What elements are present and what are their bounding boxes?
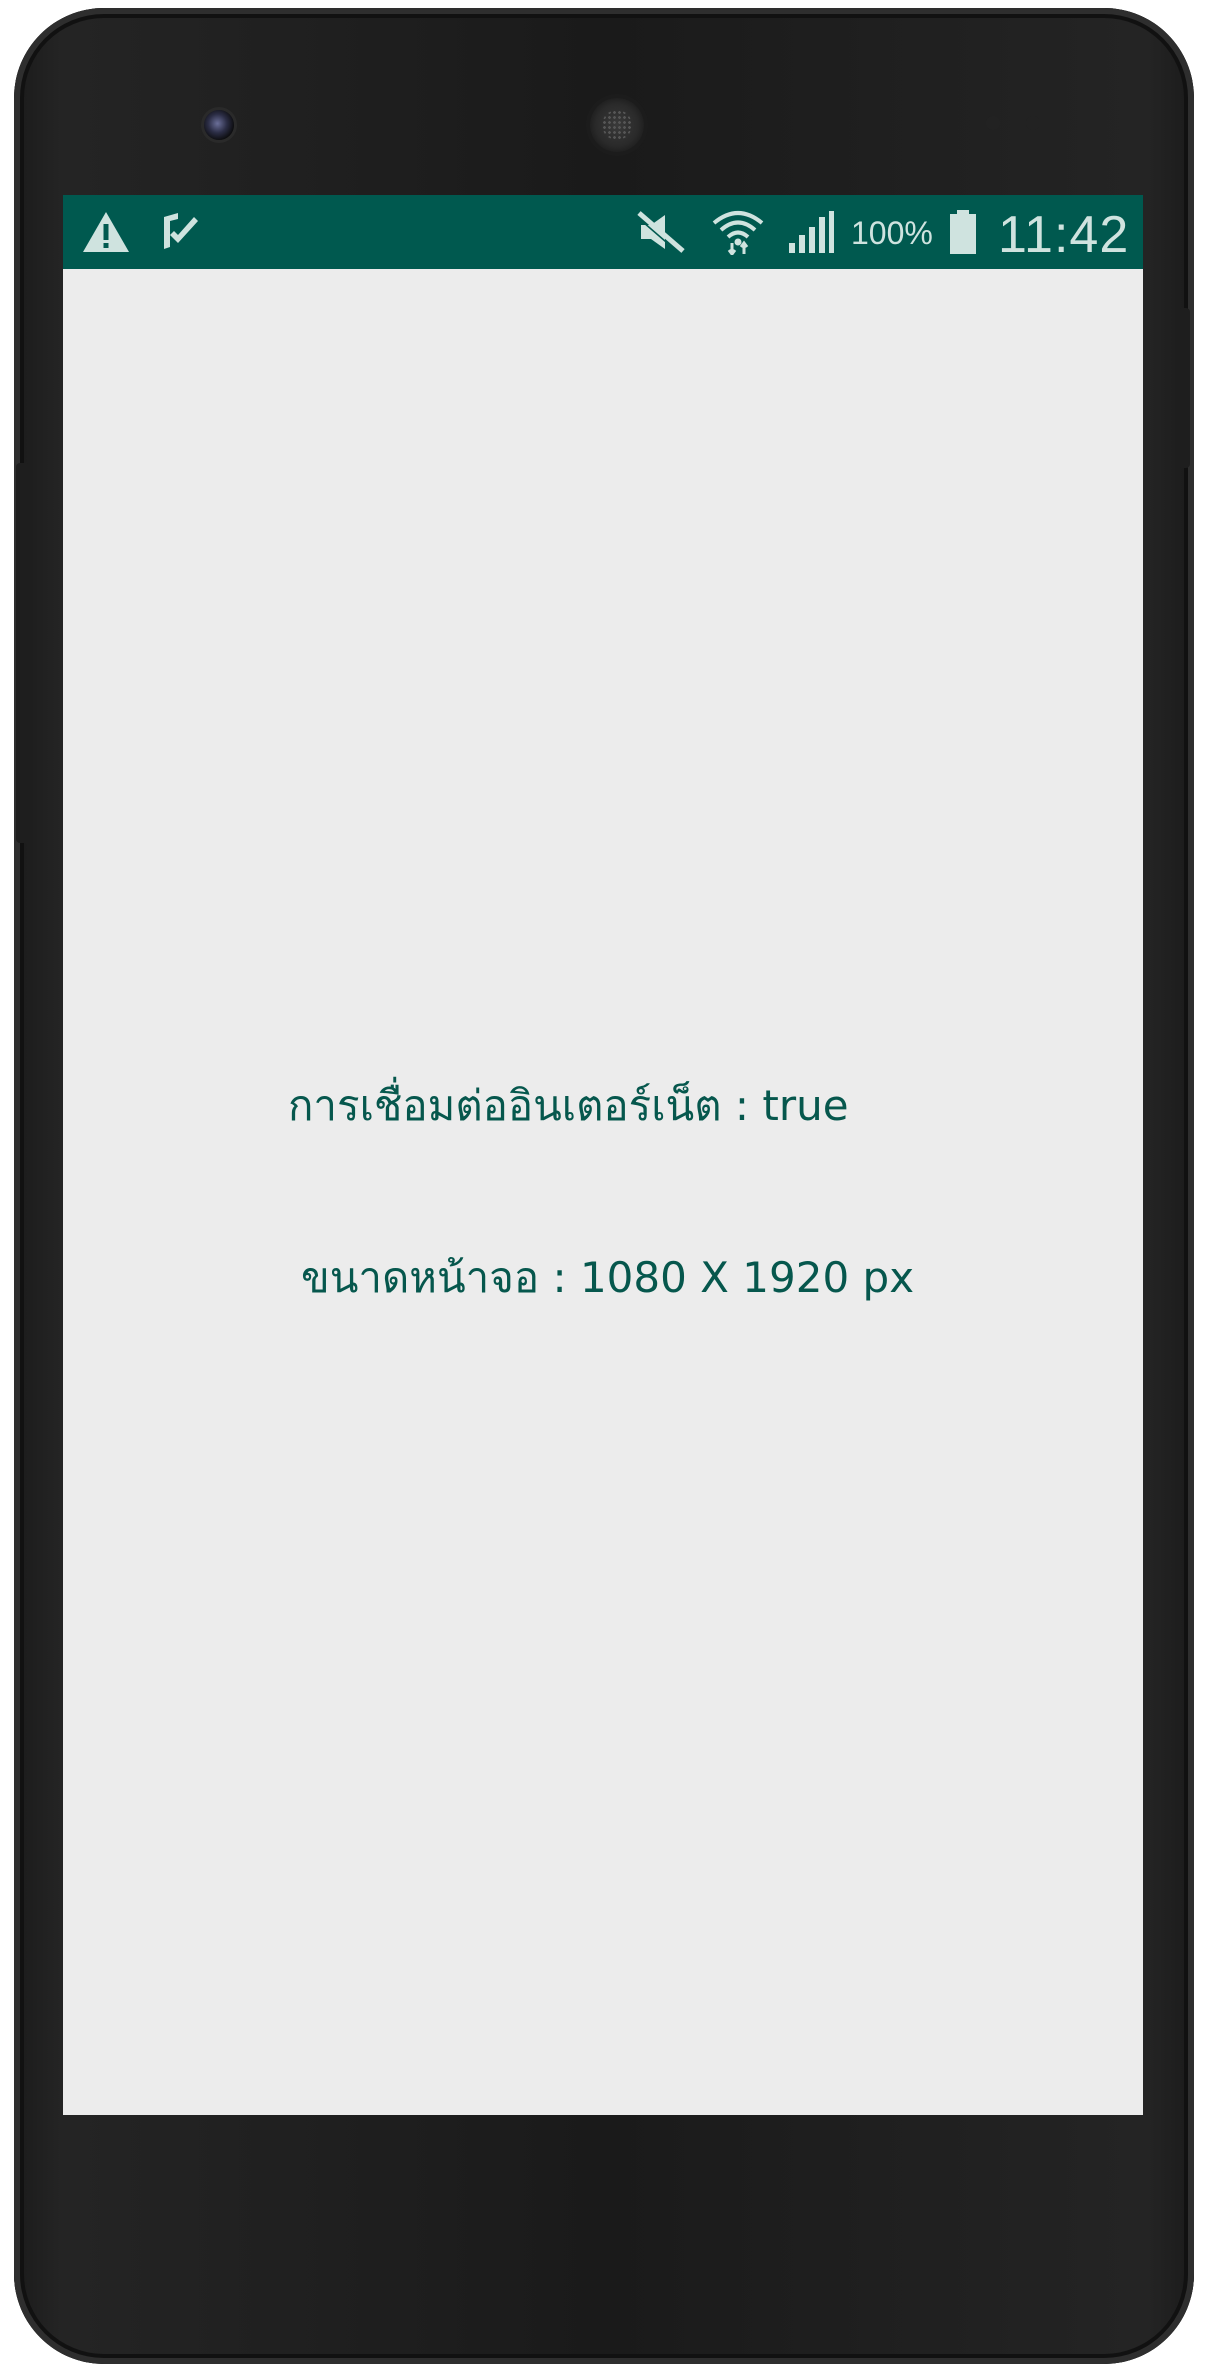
earpiece-speaker	[590, 98, 644, 152]
task-check-icon	[164, 213, 198, 249]
wifi-icon	[712, 211, 764, 255]
proximity-sensor	[986, 116, 1000, 130]
battery-icon	[950, 210, 976, 254]
power-button	[1178, 308, 1190, 468]
device-screen: 100% 11:42 การเชื่อมต่ออินเตอร์เน็ต : tr…	[63, 195, 1143, 2115]
speaker-grill	[602, 110, 632, 140]
warning-icon	[83, 212, 129, 252]
cell-signal-icon	[789, 211, 834, 253]
screen-size-info: ขนาดหน้าจอ : 1080 X 1920 px	[301, 1253, 915, 1302]
battery-percent: 100%	[851, 215, 933, 251]
light-sensor	[1026, 116, 1040, 130]
mute-icon	[635, 211, 685, 255]
internet-connection-status: การเชื่อมต่ออินเตอร์เน็ต : true	[288, 1081, 849, 1130]
front-camera	[204, 110, 234, 140]
status-bar: 100% 11:42	[63, 195, 1143, 269]
volume-button	[16, 463, 30, 843]
status-time: 11:42	[998, 206, 1130, 264]
